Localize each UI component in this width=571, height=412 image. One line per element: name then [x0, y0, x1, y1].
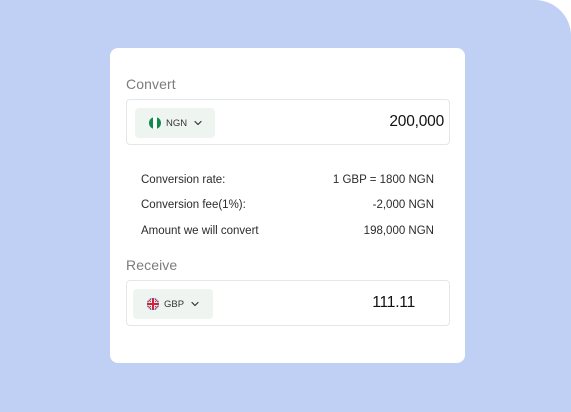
- receive-amount-field[interactable]: GBP 111.11: [126, 280, 450, 326]
- convert-amount-field[interactable]: NGN 200,000: [126, 99, 450, 145]
- converter-card: Convert NGN 200,000 Conversion rate: 1 G…: [110, 48, 465, 363]
- convert-amount-value[interactable]: 200,000: [389, 100, 444, 144]
- convert-title: Convert: [126, 76, 176, 92]
- nigeria-flag-icon: [149, 117, 161, 129]
- detail-label: Conversion rate:: [141, 174, 226, 186]
- convert-currency-select[interactable]: NGN: [135, 108, 215, 138]
- receive-currency-select[interactable]: GBP: [133, 289, 213, 319]
- detail-row-conversion-fee: Conversion fee(1%): -2,000 NGN: [141, 199, 434, 211]
- receive-currency-code: GBP: [164, 298, 185, 310]
- detail-row-conversion-rate: Conversion rate: 1 GBP = 1800 NGN: [141, 174, 434, 186]
- chevron-down-icon: [193, 118, 203, 128]
- convert-currency-code: NGN: [166, 117, 188, 129]
- receive-title: Receive: [126, 257, 178, 273]
- detail-value: 1 GBP = 1800 NGN: [332, 174, 434, 186]
- uk-flag-icon: [147, 298, 159, 310]
- detail-value: -2,000 NGN: [372, 199, 434, 211]
- chevron-down-icon: [190, 299, 200, 309]
- receive-amount-value[interactable]: 111.11: [372, 281, 415, 325]
- detail-label: Conversion fee(1%):: [141, 199, 246, 211]
- detail-label: Amount we will convert: [141, 225, 259, 237]
- detail-row-amount-converted: Amount we will convert 198,000 NGN: [141, 225, 434, 237]
- detail-value: 198,000 NGN: [363, 225, 434, 237]
